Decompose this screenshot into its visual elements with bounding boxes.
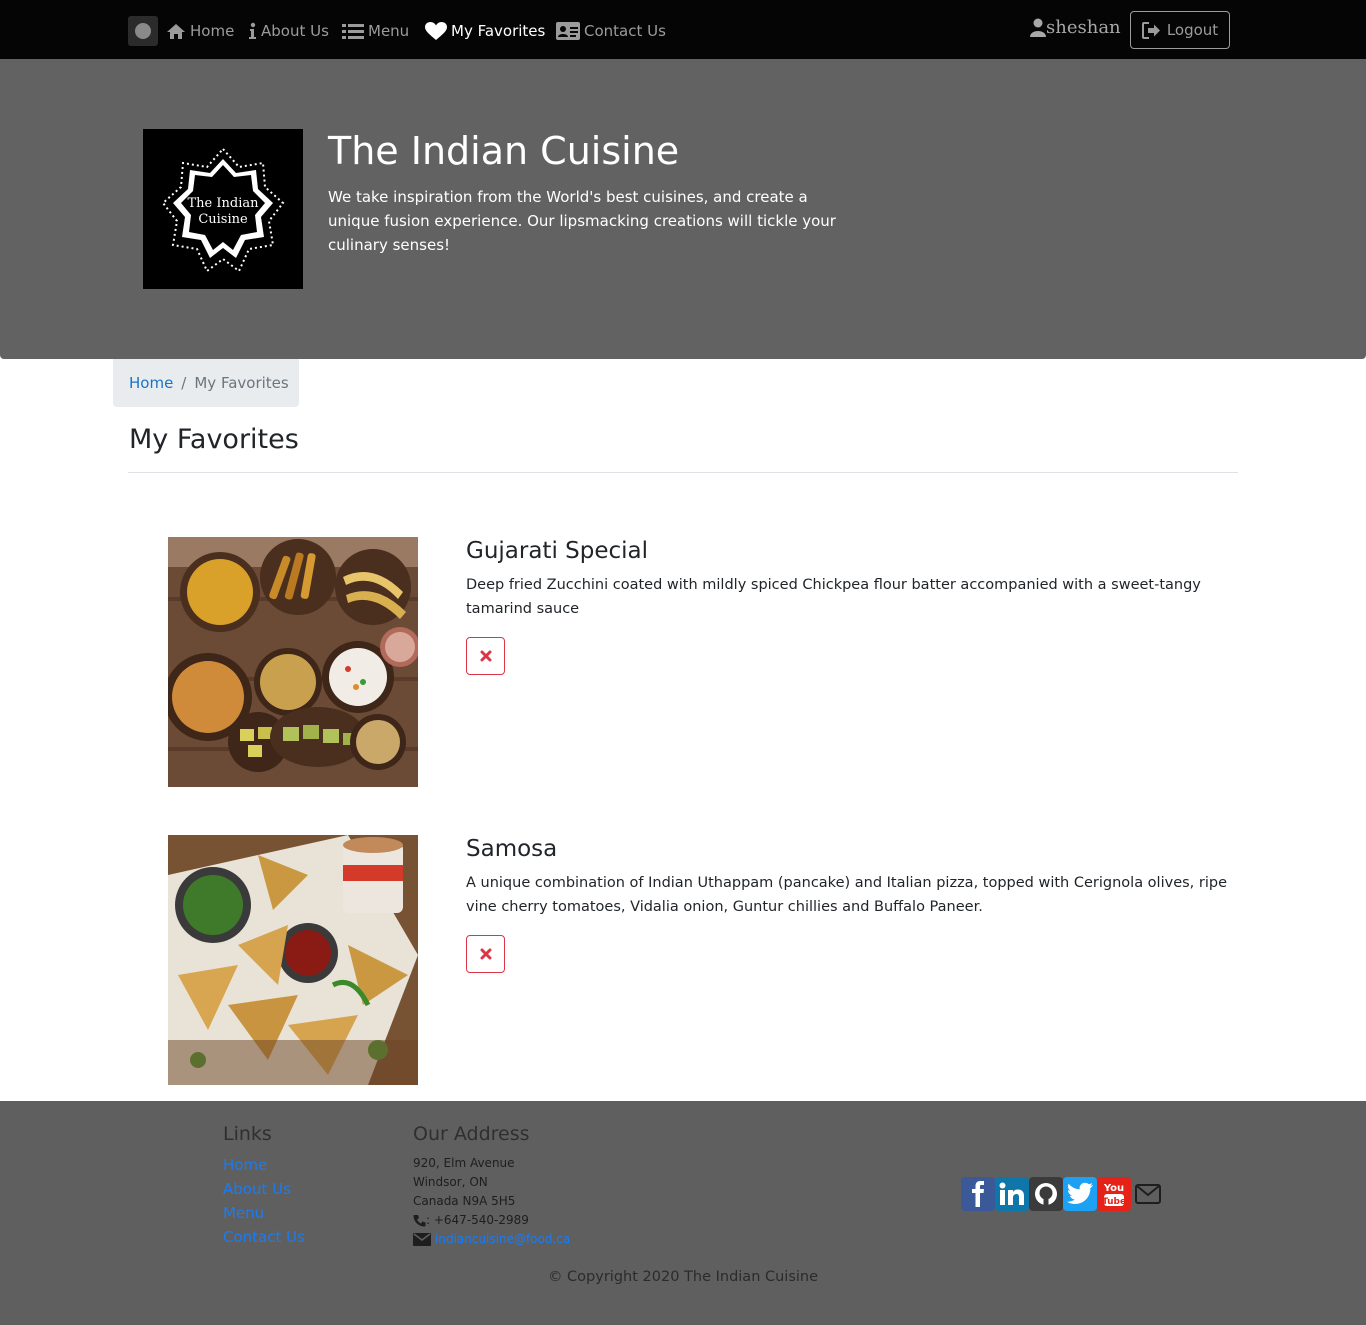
remove-favorite-button[interactable] bbox=[466, 935, 505, 973]
close-icon bbox=[480, 650, 491, 662]
breadcrumb: Home / My Favorites bbox=[113, 359, 299, 407]
nav-item-label: About Us bbox=[261, 22, 329, 40]
divider bbox=[128, 472, 1238, 473]
logo-text-line1: The Indian bbox=[188, 196, 260, 211]
breadcrumb-home[interactable]: Home bbox=[129, 374, 173, 392]
address-line: 920, Elm Avenue bbox=[413, 1156, 515, 1170]
nav-item-about[interactable]: About Us bbox=[248, 19, 329, 43]
social-links: You Tube bbox=[961, 1177, 1165, 1211]
hero-banner: The Indian Cuisine The Indian Cuisine We… bbox=[0, 59, 1366, 359]
hero-title: The Indian Cuisine bbox=[328, 129, 680, 173]
nav-item-label: Contact Us bbox=[584, 22, 666, 40]
breadcrumb-separator: / bbox=[181, 374, 187, 392]
copyright: © Copyright 2020 The Indian Cuisine bbox=[547, 1269, 819, 1285]
home-icon bbox=[167, 23, 185, 39]
dish-description: Deep fried Zucchini coated with mildly s… bbox=[466, 577, 1201, 617]
linkedin-icon[interactable] bbox=[995, 1177, 1029, 1211]
remove-favorite-button[interactable] bbox=[466, 637, 505, 675]
heart-icon bbox=[425, 21, 447, 40]
hero-text: We take inspiration from the World's bes… bbox=[328, 188, 836, 254]
footer-links-heading: Links bbox=[223, 1123, 272, 1145]
svg-text:Tube: Tube bbox=[1102, 1197, 1126, 1207]
footer-link-about[interactable]: About Us bbox=[223, 1180, 291, 1198]
dish-name: Samosa bbox=[466, 836, 558, 862]
nav-item-label: My Favorites bbox=[451, 22, 546, 40]
nav-item-contact[interactable]: Contact Us bbox=[556, 19, 666, 43]
brand-logo-small[interactable] bbox=[128, 16, 158, 46]
footer-link-menu[interactable]: Menu bbox=[223, 1204, 264, 1222]
address-line: Canada N9A 5H5 bbox=[413, 1194, 516, 1208]
nav-item-menu[interactable]: Menu bbox=[342, 19, 409, 43]
page-title: My Favorites bbox=[129, 424, 299, 455]
navbar: Home About Us Menu My Favorites Contact … bbox=[0, 0, 1366, 59]
address-card-icon bbox=[556, 22, 580, 40]
logout-button[interactable]: Logout bbox=[1130, 11, 1230, 49]
footer-address-heading: Our Address bbox=[413, 1123, 530, 1145]
dish-description: A unique combination of Indian Uthappam … bbox=[466, 875, 1228, 915]
logo-text-line2: Cuisine bbox=[198, 212, 248, 227]
user-icon bbox=[1030, 18, 1046, 37]
dish-name: Gujarati Special bbox=[466, 538, 649, 564]
nav-item-favorites[interactable]: My Favorites bbox=[425, 19, 545, 43]
info-icon bbox=[249, 22, 256, 39]
phone-icon bbox=[413, 1214, 426, 1226]
address-phone: : +647-540-2989 bbox=[413, 1213, 529, 1227]
nav-item-label: Home bbox=[190, 22, 235, 40]
user-name: sheshan bbox=[1030, 17, 1121, 38]
nav-item-label: Menu bbox=[368, 22, 410, 40]
svg-text:You: You bbox=[1103, 1183, 1124, 1194]
nav-item-home[interactable]: Home bbox=[166, 19, 234, 43]
youtube-icon[interactable]: You Tube bbox=[1097, 1177, 1131, 1211]
brand-logo-emblem: The Indian Cuisine bbox=[161, 147, 285, 273]
list-icon bbox=[342, 23, 364, 39]
dish-image-gujarati-special bbox=[168, 537, 418, 787]
facebook-icon[interactable] bbox=[961, 1177, 995, 1211]
user-name-label: sheshan bbox=[1046, 17, 1121, 38]
phone-number: : +647-540-2989 bbox=[426, 1213, 529, 1227]
envelope-icon[interactable] bbox=[1131, 1177, 1165, 1211]
footer-link-home[interactable]: Home bbox=[223, 1156, 267, 1174]
brand-logo: The Indian Cuisine bbox=[143, 129, 303, 289]
dish-image-samosa bbox=[168, 835, 418, 1085]
close-icon bbox=[480, 948, 491, 960]
address-line: Windsor, ON bbox=[413, 1175, 488, 1189]
logout-label: Logout bbox=[1166, 21, 1219, 39]
twitter-icon[interactable] bbox=[1063, 1177, 1097, 1211]
envelope-icon bbox=[413, 1232, 431, 1246]
footer-link-contact[interactable]: Contact Us bbox=[223, 1228, 305, 1246]
footer: Links Home About Us Menu Contact Us Our … bbox=[0, 1101, 1366, 1325]
email-link[interactable]: indiancuisine@food.ca bbox=[435, 1232, 570, 1246]
breadcrumb-current: My Favorites bbox=[194, 374, 289, 392]
github-icon[interactable] bbox=[1029, 1177, 1063, 1211]
address-email: indiancuisine@food.ca bbox=[413, 1232, 570, 1246]
sign-out-icon bbox=[1141, 21, 1160, 39]
